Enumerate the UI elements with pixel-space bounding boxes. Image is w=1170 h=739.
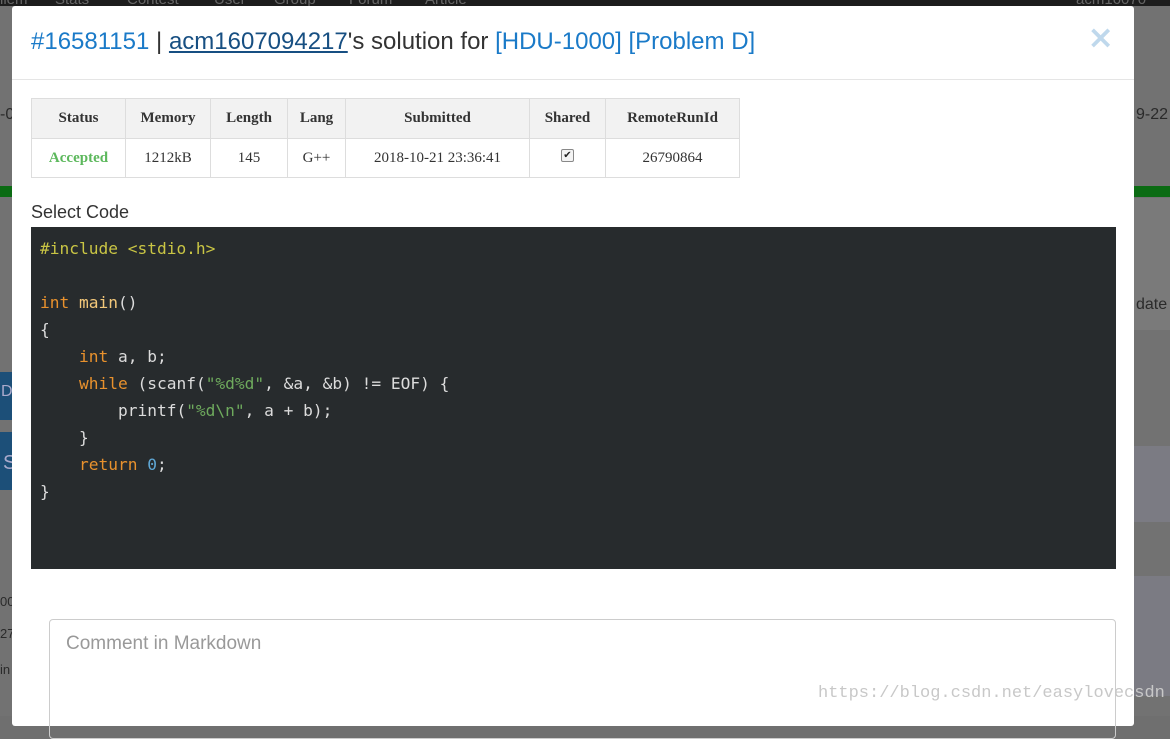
code-line: return 0; xyxy=(78,455,167,474)
background-panel xyxy=(1134,576,1170,696)
code-line: int a, b; xyxy=(78,347,167,366)
modal-header: #16581151 | acm1607094217's solution for… xyxy=(12,6,1134,80)
background-fragment: date xyxy=(1136,296,1168,313)
code-line: } xyxy=(40,428,89,447)
close-icon[interactable]: × xyxy=(1087,21,1114,53)
header-memory: Memory xyxy=(125,98,211,139)
background-progress-bar xyxy=(1134,186,1170,197)
background-fragment: 9-22 xyxy=(1136,106,1169,123)
header-shared: Shared xyxy=(529,98,606,139)
background-progress-bar xyxy=(0,186,12,197)
shared-cell: ✔ xyxy=(529,138,606,178)
header-status: Status xyxy=(31,98,126,139)
code-line: } xyxy=(40,482,50,501)
comment-input[interactable]: Comment in Markdown xyxy=(49,619,1116,739)
length-cell: 145 xyxy=(210,138,288,178)
table-header-row: Status Memory Length Lang Submitted Shar… xyxy=(31,98,740,139)
header-submitted: Submitted xyxy=(345,98,530,139)
background-fragment: in xyxy=(0,662,11,677)
header-length: Length xyxy=(210,98,288,139)
title-separator: | xyxy=(156,28,163,55)
header-remote-run-id: RemoteRunId xyxy=(605,98,740,139)
problem-label-link[interactable]: [Problem D] xyxy=(628,28,755,55)
status-cell: Accepted xyxy=(31,138,126,178)
shared-checkbox[interactable]: ✔ xyxy=(561,148,574,162)
background-panel xyxy=(1134,446,1170,522)
background-fragment: D xyxy=(1,383,13,400)
table-row: Accepted 1212kB 145 G++ 2018-10-21 23:36… xyxy=(31,138,740,178)
code-line: #include <stdio.h> xyxy=(40,239,216,258)
run-id-link[interactable]: #16581151 xyxy=(31,28,149,55)
code-line: { xyxy=(40,320,50,339)
select-code-label[interactable]: Select Code xyxy=(31,202,129,223)
code-text[interactable]: #include <stdio.h> int main() { int a, b… xyxy=(40,235,1116,505)
lang-cell: G++ xyxy=(287,138,346,178)
code-line: printf("%d\n", a + b); xyxy=(40,401,333,420)
code-line: int main() xyxy=(40,293,138,312)
code-line: while (scanf("%d%d", &a, &b) != EOF) { xyxy=(78,374,450,393)
solution-modal: #16581151 | acm1607094217's solution for… xyxy=(12,6,1134,739)
title-middle-text: 's solution for xyxy=(347,28,489,55)
remote-run-id-cell: 26790864 xyxy=(605,138,740,178)
status-table: Status Memory Length Lang Submitted Shar… xyxy=(31,98,740,178)
memory-cell: 1212kB xyxy=(125,138,211,178)
modal-title: #16581151 | acm1607094217's solution for… xyxy=(31,28,755,56)
user-link[interactable]: acm1607094217 xyxy=(169,28,348,55)
code-block[interactable]: #include <stdio.h> int main() { int a, b… xyxy=(31,227,1116,569)
problem-source-link[interactable]: [HDU-1000] xyxy=(495,28,622,55)
watermark: https://blog.csdn.net/easylovecsdn xyxy=(818,684,1165,703)
submitted-cell: 2018-10-21 23:36:41 xyxy=(345,138,530,178)
header-lang: Lang xyxy=(287,98,346,139)
